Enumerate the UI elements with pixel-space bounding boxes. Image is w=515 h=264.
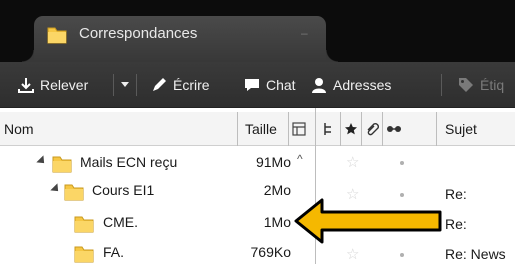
- message-row[interactable]: ☆: [318, 148, 515, 176]
- column-separator: [288, 112, 289, 146]
- folder-name: Cours EI1: [92, 182, 155, 198]
- folder-size: 1Mo: [263, 214, 291, 230]
- expanded-triangle-icon[interactable]: [36, 155, 48, 167]
- tab-title: Correspondances: [79, 25, 198, 42]
- main-toolbar: Relever Écrire Chat Adresses Étiq: [0, 62, 515, 108]
- folder-size: 2Mo: [263, 182, 291, 198]
- toolbar-divider: [113, 74, 114, 96]
- chat-button[interactable]: Chat: [244, 62, 296, 108]
- folder-name: Mails ECN reçu: [80, 154, 178, 170]
- column-subject-header[interactable]: Sujet: [445, 121, 477, 137]
- expanded-triangle-icon[interactable]: [50, 183, 62, 195]
- get-mail-button[interactable]: Relever: [18, 62, 88, 108]
- write-button[interactable]: Écrire: [151, 62, 210, 108]
- address-book-label: Adresses: [333, 77, 392, 93]
- folder-size: 91Mo: [255, 154, 291, 170]
- arrow-annotation-icon: [294, 198, 442, 244]
- column-name-header[interactable]: Nom: [4, 121, 34, 137]
- download-icon: [18, 78, 34, 93]
- star-icon[interactable]: ☆: [346, 153, 359, 171]
- folder-row[interactable]: Mails ECN reçu 91Mo: [0, 148, 315, 176]
- tag-button[interactable]: Étiq: [458, 62, 504, 108]
- scroll-up-icon[interactable]: ^: [297, 152, 303, 166]
- folder-name: CME.: [103, 214, 138, 230]
- tab-close-icon[interactable]: –: [301, 26, 308, 40]
- attachment-column-icon[interactable]: [365, 122, 379, 136]
- read-status-dot[interactable]: [400, 253, 404, 257]
- folder-row[interactable]: FA. 769Ko: [0, 238, 315, 264]
- folder-row[interactable]: CME. 1Mo: [0, 208, 315, 236]
- column-separator: [340, 112, 341, 146]
- read-status-dot[interactable]: [400, 161, 404, 165]
- folder-row[interactable]: Cours EI1 2Mo: [0, 176, 315, 204]
- chat-label: Chat: [266, 77, 296, 93]
- title-bar: Correspondances –: [0, 0, 515, 62]
- message-subject: Re: News: [445, 246, 506, 262]
- column-picker-icon[interactable]: [292, 122, 306, 136]
- get-mail-dropdown-button[interactable]: [120, 62, 136, 108]
- read-status-column-icon[interactable]: [386, 124, 402, 134]
- chat-bubble-icon: [245, 79, 259, 91]
- folder-icon: [74, 246, 94, 263]
- star-icon[interactable]: ☆: [346, 245, 359, 263]
- folder-size: 769Ko: [250, 244, 291, 260]
- folder-icon: [64, 184, 84, 201]
- thread-column-icon[interactable]: [323, 122, 333, 136]
- get-mail-label: Relever: [40, 77, 89, 93]
- address-book-button[interactable]: Adresses: [311, 62, 391, 108]
- column-separator: [382, 112, 383, 146]
- folder-icon: [74, 216, 94, 233]
- tag-label: Étiq: [480, 77, 505, 93]
- write-label: Écrire: [173, 77, 210, 93]
- chevron-down-icon: [121, 82, 129, 87]
- star-column-icon[interactable]: [344, 122, 358, 136]
- column-size-header[interactable]: Taille: [245, 121, 277, 137]
- tag-icon: [459, 78, 473, 92]
- message-subject: Re:: [445, 216, 467, 232]
- toolbar-divider: [136, 74, 137, 96]
- folder-icon: [52, 156, 72, 173]
- message-subject: Re:: [445, 186, 467, 202]
- column-separator: [436, 112, 437, 146]
- column-separator: [237, 112, 238, 146]
- pencil-icon: [153, 78, 166, 91]
- column-header-bar: Nom Taille Sujet: [0, 112, 515, 146]
- folder-name: FA.: [103, 244, 125, 260]
- folder-icon: [47, 27, 67, 44]
- person-icon: [312, 78, 326, 93]
- column-separator: [361, 112, 362, 146]
- toolbar-divider: [441, 74, 442, 96]
